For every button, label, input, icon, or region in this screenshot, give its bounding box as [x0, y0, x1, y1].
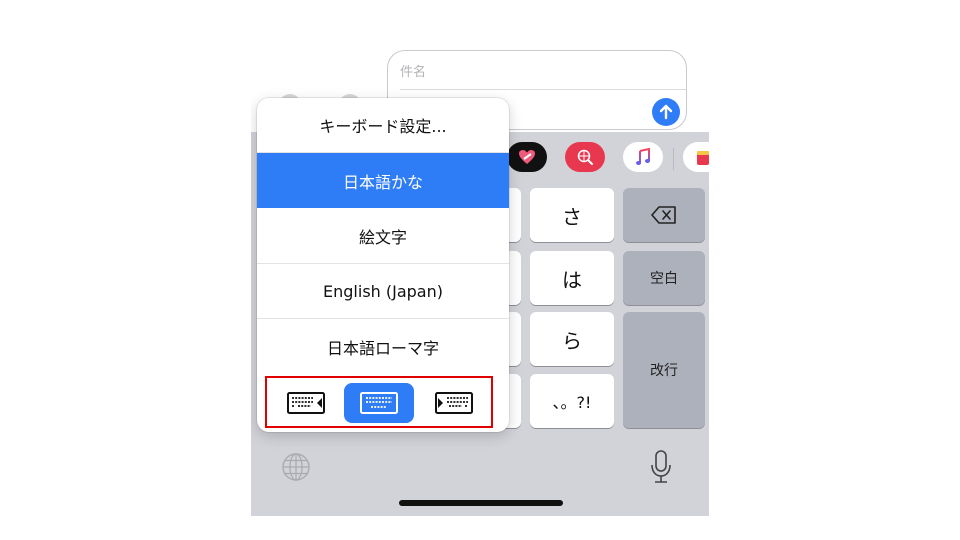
delete-backspace-icon	[651, 206, 676, 224]
key-sa[interactable]: さ	[530, 188, 614, 242]
heart-stickers-app-button[interactable]	[507, 142, 547, 172]
delete-key[interactable]	[623, 188, 705, 242]
strip-separator	[673, 148, 674, 170]
menu-item-emoji[interactable]: 絵文字	[257, 209, 509, 264]
more-app-button[interactable]	[683, 142, 709, 172]
compose-divider	[400, 89, 686, 90]
heart-icon	[519, 150, 535, 164]
space-key[interactable]: 空白	[623, 251, 705, 305]
keyboard-full-icon	[360, 392, 398, 414]
globe-icon[interactable]	[281, 452, 311, 482]
key-ha[interactable]: は	[530, 251, 614, 305]
music-note-icon	[636, 148, 650, 165]
keyboard-left-button[interactable]	[271, 383, 341, 423]
globe-search-icon	[577, 149, 593, 165]
keyboard-right-button[interactable]	[419, 383, 489, 423]
phone-screen: 件名 さ は 空白 ら 改行 、。?! キーボード設定... 日本語かな 絵文字…	[251, 40, 709, 516]
keyboard-left-icon	[287, 392, 325, 414]
image-search-app-button[interactable]	[565, 142, 605, 172]
gift-app-icon	[697, 151, 709, 165]
menu-item-english-japan[interactable]: English (Japan)	[257, 264, 509, 319]
key-ra[interactable]: ら	[530, 312, 614, 366]
return-key[interactable]: 改行	[623, 312, 705, 428]
menu-item-japanese-romaji[interactable]: 日本語ローマ字	[257, 319, 509, 374]
key-punctuation[interactable]: 、。?!	[530, 374, 614, 428]
keyboard-switcher-menu: キーボード設定... 日本語かな 絵文字 English (Japan) 日本語…	[257, 98, 509, 432]
send-button[interactable]	[652, 98, 680, 126]
menu-item-keyboard-settings[interactable]: キーボード設定...	[257, 98, 509, 153]
keyboard-layout-options-highlight	[265, 376, 493, 428]
keyboard-right-icon	[435, 392, 473, 414]
microphone-icon[interactable]	[649, 450, 673, 484]
arrow-up-icon	[659, 104, 673, 120]
music-app-button[interactable]	[623, 142, 663, 172]
menu-item-japanese-kana[interactable]: 日本語かな	[257, 153, 509, 208]
subject-field[interactable]: 件名	[400, 61, 426, 80]
keyboard-full-button[interactable]	[344, 383, 414, 423]
home-indicator	[399, 500, 563, 506]
